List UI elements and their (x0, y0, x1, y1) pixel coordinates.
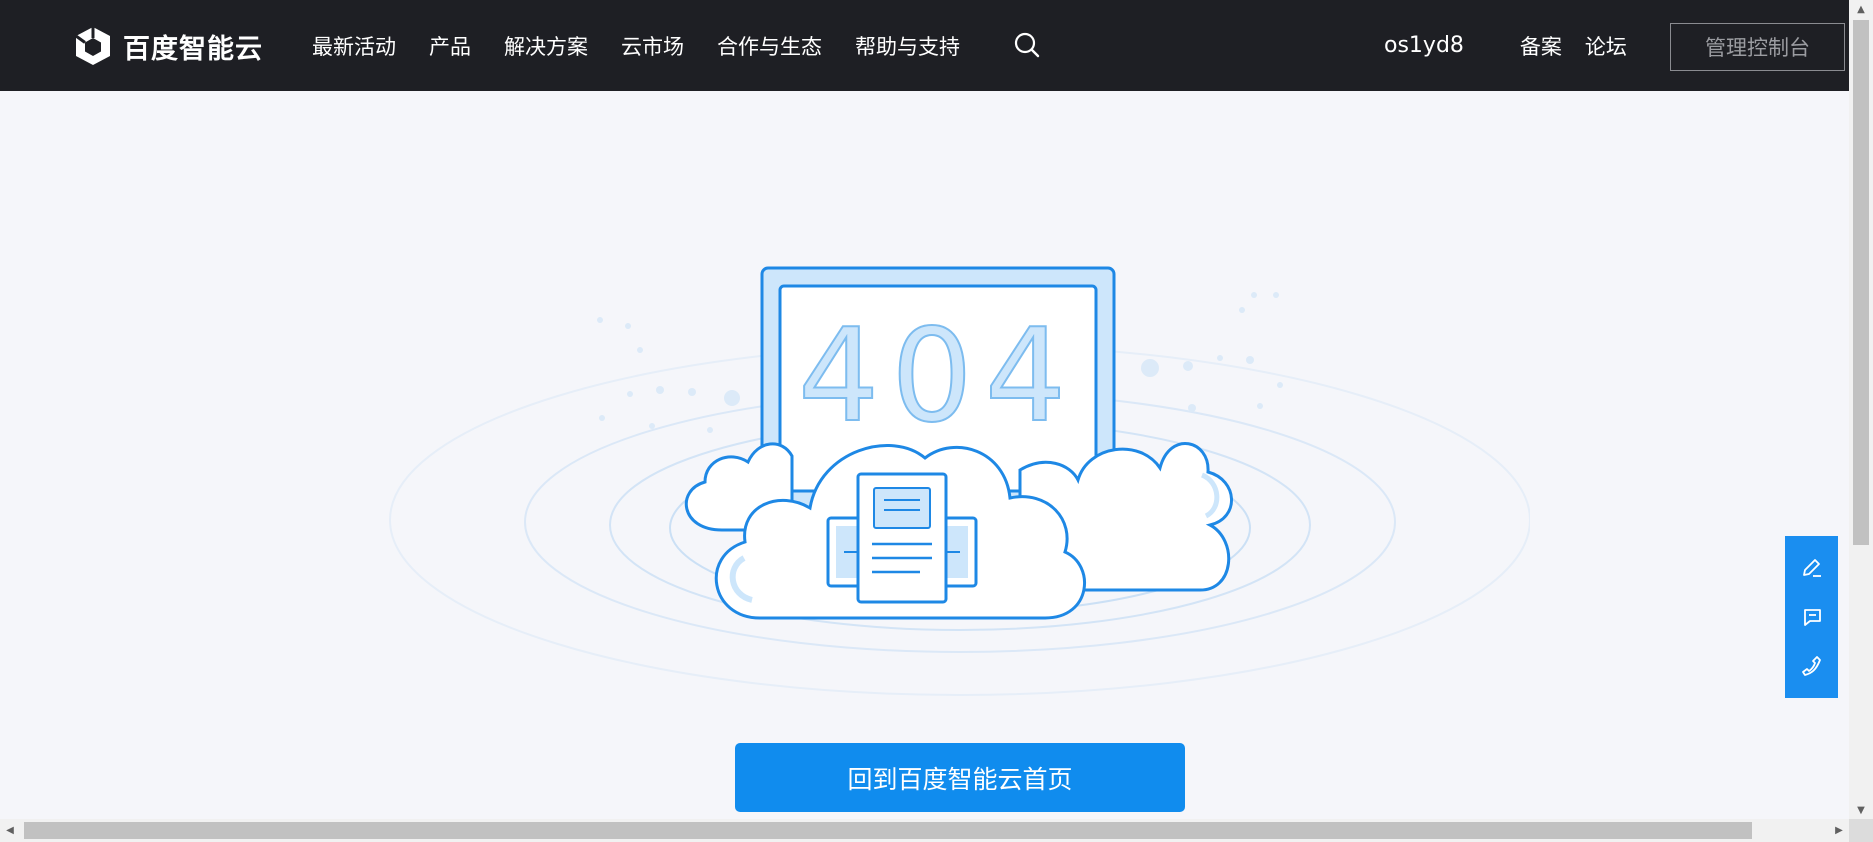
console-button[interactable]: 管理控制台 (1670, 23, 1845, 71)
feedback-icon (1803, 609, 1821, 626)
nav-item-products[interactable]: 产品 (429, 31, 471, 61)
phone-button[interactable] (1798, 652, 1826, 680)
scroll-right-arrow-icon[interactable]: ▶ (1829, 819, 1849, 842)
logo-text: 百度智能云 (123, 33, 263, 65)
nav-item-help[interactable]: 帮助与支持 (855, 31, 960, 61)
page-viewport: 百度智能云 最新活动 产品 解决方案 云市场 合作与生态 帮助与支持 os1yd… (0, 0, 1849, 819)
error-404-illustration: 404 (389, 266, 1530, 696)
vertical-scrollbar[interactable]: ▲ ▼ (1849, 0, 1873, 819)
forum-link[interactable]: 论坛 (1585, 31, 1627, 61)
nav-item-partners[interactable]: 合作与生态 (717, 31, 822, 61)
edit-icon (1802, 559, 1821, 578)
scroll-up-arrow-icon[interactable]: ▲ (1849, 0, 1873, 18)
user-name[interactable]: os1yd8 (1384, 33, 1464, 58)
beian-link[interactable]: 备案 (1520, 31, 1562, 61)
scroll-left-arrow-icon[interactable]: ◀ (0, 819, 20, 842)
nav-item-activities[interactable]: 最新活动 (312, 31, 396, 61)
nav-item-marketplace[interactable]: 云市场 (621, 31, 684, 61)
top-header: 百度智能云 最新活动 产品 解决方案 云市场 合作与生态 帮助与支持 os1yd… (0, 0, 1849, 91)
brand-logo[interactable]: 百度智能云 (73, 25, 263, 67)
main-nav: 最新活动 产品 解决方案 云市场 合作与生态 帮助与支持 (312, 0, 993, 91)
logo-cube-icon (75, 27, 110, 65)
back-home-button[interactable]: 回到百度智能云首页 (735, 743, 1185, 812)
horizontal-scrollbar[interactable]: ◀ ▶ (0, 819, 1849, 842)
scroll-down-arrow-icon[interactable]: ▼ (1849, 801, 1873, 819)
edit-button[interactable] (1798, 554, 1826, 582)
feedback-button[interactable] (1798, 603, 1826, 631)
nav-item-solutions[interactable]: 解决方案 (504, 31, 588, 61)
vertical-scroll-thumb[interactable] (1853, 20, 1869, 545)
scrollbar-corner (1849, 819, 1873, 842)
search-button[interactable] (1013, 31, 1041, 59)
phone-icon (1801, 655, 1821, 676)
error-code-text: 404 (798, 302, 1078, 451)
horizontal-scroll-thumb[interactable] (24, 822, 1752, 839)
search-icon (1014, 32, 1040, 58)
header-right-links: os1yd8 备案 论坛 (1384, 0, 1627, 91)
floating-toolbar (1785, 536, 1838, 698)
